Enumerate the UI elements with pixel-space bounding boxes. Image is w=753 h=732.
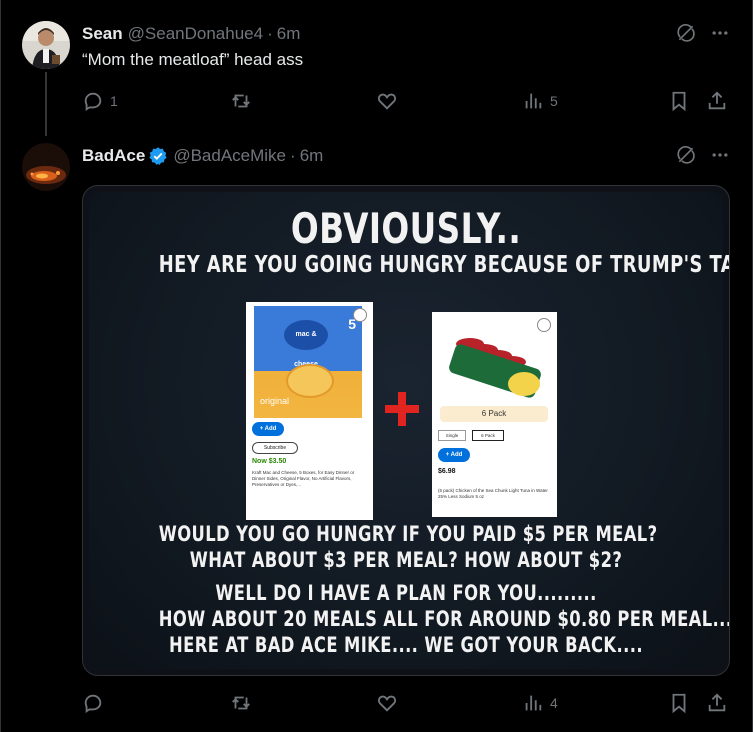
meme-headline: OBVIOUSLY.. bbox=[290, 204, 522, 253]
meme-subheadline: HEY ARE YOU GOING HUNGRY BECAUSE OF TRUM… bbox=[158, 252, 729, 278]
grok-icon[interactable] bbox=[676, 145, 696, 165]
avatar-badace[interactable] bbox=[22, 143, 70, 191]
option-six-pack: 6 Pack bbox=[472, 430, 504, 441]
author-name[interactable]: BadAce bbox=[82, 146, 145, 166]
meme-line-6: HOW ABOUT 20 MEALS ALL FOR AROUND $0.80 … bbox=[158, 607, 730, 631]
reply-button[interactable]: 1 bbox=[82, 90, 118, 112]
verified-badge-icon[interactable] bbox=[148, 146, 168, 166]
views-icon bbox=[525, 695, 542, 711]
like-button[interactable] bbox=[376, 692, 398, 714]
post-actions: 4 bbox=[82, 692, 732, 716]
separator-dot: · bbox=[267, 24, 273, 43]
product-description: Kraft Mac and Cheese, 5 Boxes, for Easy … bbox=[252, 470, 355, 487]
grok-icon[interactable] bbox=[676, 23, 696, 43]
product-card-mac-cheese: mac & cheese 5 original + Add Subscribe … bbox=[246, 302, 373, 520]
bookmark-icon bbox=[672, 693, 686, 714]
subscribe-button: Subscribe bbox=[252, 442, 298, 454]
box-brand: mac & cheese bbox=[284, 320, 328, 368]
views-icon bbox=[525, 93, 542, 109]
tuna-cans-image bbox=[449, 338, 541, 398]
reply-icon bbox=[84, 92, 102, 111]
add-button: + Add bbox=[438, 448, 470, 462]
meme-image: OBVIOUSLY.. HEY ARE YOU GOING HUNGRY BEC… bbox=[89, 192, 730, 669]
product-price: $6.98 bbox=[438, 468, 456, 475]
add-button: + Add bbox=[252, 422, 284, 436]
reply-button[interactable] bbox=[82, 692, 104, 714]
share-button[interactable] bbox=[706, 692, 728, 714]
bookmark-button[interactable] bbox=[668, 692, 690, 714]
post-actions: 1 5 bbox=[82, 90, 732, 114]
favorite-icon bbox=[537, 318, 551, 332]
bookmark-button[interactable] bbox=[668, 90, 690, 112]
favorite-icon bbox=[353, 308, 367, 322]
reply-count: 1 bbox=[110, 93, 118, 109]
product-card-tuna: 6 Pack Single 6 Pack + Add $6.98 (6 pack… bbox=[432, 312, 557, 517]
repost-icon bbox=[232, 94, 250, 108]
meme-line-5: WELL DO I HAVE A PLAN FOR YOU......... bbox=[215, 581, 597, 605]
share-icon bbox=[708, 91, 726, 110]
views-button[interactable]: 4 bbox=[522, 692, 558, 714]
thread-connector bbox=[45, 72, 47, 136]
post-time[interactable]: 6m bbox=[300, 146, 324, 166]
post-text: “Mom the meatloaf” head ass bbox=[82, 50, 304, 69]
pack-size-label: 6 Pack bbox=[440, 406, 548, 422]
repost-icon bbox=[232, 696, 250, 710]
box-flavor: original bbox=[260, 396, 290, 406]
like-icon bbox=[377, 93, 397, 110]
author-name[interactable]: Sean bbox=[82, 24, 123, 44]
author-handle[interactable]: @SeanDonahue4 bbox=[128, 24, 263, 44]
views-count: 5 bbox=[550, 93, 558, 109]
more-icon[interactable] bbox=[710, 23, 730, 43]
like-icon bbox=[377, 695, 397, 712]
repost-button[interactable] bbox=[230, 90, 252, 112]
like-button[interactable] bbox=[376, 90, 398, 112]
views-count: 4 bbox=[550, 695, 558, 711]
meme-line-4: WHAT ABOUT $3 PER MEAL? HOW ABOUT $2? bbox=[189, 548, 623, 572]
views-button[interactable]: 5 bbox=[522, 90, 558, 112]
reply-icon bbox=[84, 694, 102, 713]
post-time[interactable]: 6m bbox=[277, 24, 301, 44]
product-price: Now $3.50 bbox=[252, 458, 287, 465]
timeline: Sean @SeanDonahue4 · 6m “Mom the meatloa… bbox=[0, 0, 753, 732]
option-single: Single bbox=[438, 430, 466, 441]
share-icon bbox=[708, 693, 726, 712]
plus-sign-icon bbox=[385, 392, 419, 426]
more-icon[interactable] bbox=[710, 145, 730, 165]
bowl-illustration bbox=[286, 364, 334, 398]
meme-line-3: WOULD YOU GO HUNGRY IF YOU PAID $5 PER M… bbox=[158, 522, 658, 546]
share-button[interactable] bbox=[706, 90, 728, 112]
post-image[interactable]: OBVIOUSLY.. HEY ARE YOU GOING HUNGRY BEC… bbox=[82, 185, 730, 676]
mac-cheese-box-image: mac & cheese 5 original bbox=[254, 306, 362, 418]
author-handle[interactable]: @BadAceMike bbox=[173, 146, 286, 166]
product-description: (6 pack) Chicken of the Sea Chunk Light … bbox=[438, 488, 548, 499]
avatar-sean[interactable] bbox=[22, 21, 70, 69]
repost-button[interactable] bbox=[230, 692, 252, 714]
meme-line-7: HERE AT BAD ACE MIKE.... WE GOT YOUR BAC… bbox=[169, 633, 643, 657]
bookmark-icon bbox=[672, 91, 686, 112]
post-sean[interactable]: Sean @SeanDonahue4 · 6m “Mom the meatloa… bbox=[1, 0, 753, 140]
separator-dot: · bbox=[290, 146, 296, 165]
